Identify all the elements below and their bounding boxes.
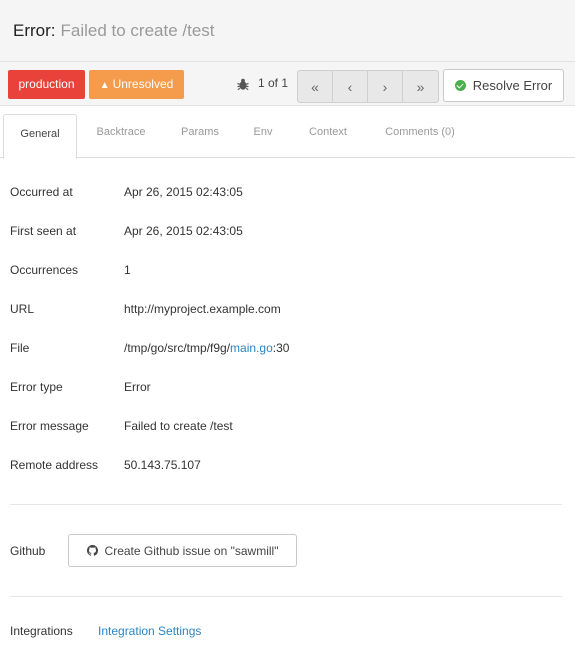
detail-value: 1 <box>124 262 131 277</box>
detail-value: Apr 26, 2015 02:43:05 <box>124 223 243 238</box>
resolve-error-button[interactable]: Resolve Error <box>443 69 564 102</box>
detail-label: File <box>10 340 30 355</box>
previous-page-button[interactable]: ‹ <box>333 71 368 102</box>
integrations-section: Integrations Integration Settings <box>0 597 575 659</box>
next-page-button[interactable]: › <box>368 71 403 102</box>
status-badge-label: Unresolved <box>112 77 174 91</box>
file-line-suffix: :30 <box>272 340 290 355</box>
bug-icon <box>237 78 249 91</box>
pager-group: « ‹ › » <box>297 70 439 103</box>
detail-label: Occurrences <box>10 262 79 277</box>
tab-params[interactable]: Params <box>168 114 232 158</box>
double-chevron-right-icon: » <box>416 78 425 95</box>
double-chevron-left-icon: « <box>311 78 319 95</box>
last-page-button[interactable]: » <box>403 71 438 102</box>
detail-label: Error type <box>10 379 63 394</box>
file-link[interactable]: main.go <box>230 341 273 355</box>
detail-label: Remote address <box>10 457 99 472</box>
page-header: Error: Failed to create /test <box>0 0 575 62</box>
error-toolbar: production ▲ Unresolved 1 of 1 « ‹ › » Re… <box>0 62 575 106</box>
pager-count: 1 of 1 <box>258 76 289 90</box>
status-badge: ▲ Unresolved <box>89 70 184 99</box>
detail-row-file: File /tmp/go/src/tmp/f9g/main.go:30 <box>0 328 575 367</box>
detail-label: URL <box>10 301 35 316</box>
tab-bar: General Backtrace Params Env Context Com… <box>0 106 575 159</box>
detail-label: Occurred at <box>10 184 73 199</box>
detail-row-remote-address: Remote address 50.143.75.107 <box>0 445 575 484</box>
integration-settings-link[interactable]: Integration Settings <box>98 624 201 638</box>
error-title-detail: Failed to create /test <box>60 20 215 40</box>
detail-value: Apr 26, 2015 02:43:05 <box>124 184 243 199</box>
create-github-issue-label: Create Github issue on "sawmill" <box>104 543 279 558</box>
tab-backtrace[interactable]: Backtrace <box>83 114 159 158</box>
github-section: Github Create Github issue on "sawmill" <box>0 505 575 596</box>
file-value: /tmp/go/src/tmp/f9g/main.go:30 <box>124 341 289 355</box>
detail-value: Failed to create /test <box>124 418 233 433</box>
environment-badge: production <box>8 70 85 99</box>
detail-row-first-seen-at: First seen at Apr 26, 2015 02:43:05 <box>0 211 575 250</box>
chevron-right-icon: › <box>382 78 388 95</box>
github-label: Github <box>10 543 46 558</box>
warning-icon: ▲ <box>99 80 110 91</box>
detail-label: Error message <box>10 418 89 433</box>
tab-comments[interactable]: Comments (0) <box>370 114 470 158</box>
tab-env[interactable]: Env <box>240 114 286 158</box>
error-title-prefix: Error: <box>13 20 56 40</box>
check-circle-icon <box>454 80 466 91</box>
detail-value: Error <box>124 379 151 394</box>
first-page-button[interactable]: « <box>298 71 333 102</box>
chevron-left-icon: ‹ <box>347 78 353 95</box>
error-details: Occurred at Apr 26, 2015 02:43:05 First … <box>0 158 575 484</box>
integrations-label: Integrations <box>10 624 73 638</box>
detail-value: 50.143.75.107 <box>124 457 201 472</box>
tab-context[interactable]: Context <box>294 114 362 158</box>
tab-general[interactable]: General <box>3 114 77 159</box>
url-link[interactable]: http://myproject.example.com <box>124 302 281 316</box>
detail-row-url: URL http://myproject.example.com <box>0 289 575 328</box>
create-github-issue-button[interactable]: Create Github issue on "sawmill" <box>68 534 297 567</box>
resolve-error-label: Resolve Error <box>472 78 553 93</box>
detail-row-occurrences: Occurrences 1 <box>0 250 575 289</box>
detail-row-error-message: Error message Failed to create /test <box>0 406 575 445</box>
detail-row-occurred-at: Occurred at Apr 26, 2015 02:43:05 <box>0 172 575 211</box>
detail-label: First seen at <box>10 223 77 238</box>
detail-row-error-type: Error type Error <box>0 367 575 406</box>
file-path-prefix: /tmp/go/src/tmp/f9g/ <box>124 340 231 355</box>
github-icon <box>86 545 98 556</box>
